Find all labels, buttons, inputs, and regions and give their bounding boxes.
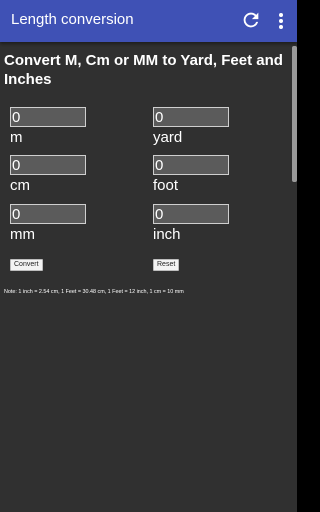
more-vert-icon[interactable]	[271, 9, 291, 33]
foot-unit-label: foot	[153, 177, 179, 194]
app-bar: Length conversion	[0, 0, 297, 42]
app-title: Length conversion	[11, 11, 134, 28]
millimeter-input[interactable]	[10, 204, 86, 224]
millimeter-unit-label: mm	[10, 226, 35, 243]
yard-unit-label: yard	[153, 129, 183, 146]
reset-button[interactable]: Reset	[153, 259, 180, 271]
app-screen: Length conversion Convert M, Cm or MM to…	[0, 0, 297, 512]
inch-unit-label: inch	[153, 226, 181, 243]
refresh-icon[interactable]	[240, 9, 262, 31]
foot-input[interactable]	[153, 155, 229, 175]
conversion-note: Note: 1 inch = 2.54 cm, 1 Feet = 30.48 c…	[4, 289, 184, 295]
yard-input[interactable]	[153, 107, 229, 127]
page-heading: Convert M, Cm or MM to Yard, Feet and In…	[4, 52, 283, 88]
meter-input[interactable]	[10, 107, 86, 127]
centimeter-unit-label: cm	[10, 177, 30, 194]
inch-input[interactable]	[153, 204, 229, 224]
scrollbar[interactable]	[292, 46, 297, 182]
content-area: Convert M, Cm or MM to Yard, Feet and In…	[0, 42, 297, 512]
centimeter-input[interactable]	[10, 155, 86, 175]
meter-unit-label: m	[10, 129, 23, 146]
convert-button[interactable]: Convert	[10, 259, 43, 271]
